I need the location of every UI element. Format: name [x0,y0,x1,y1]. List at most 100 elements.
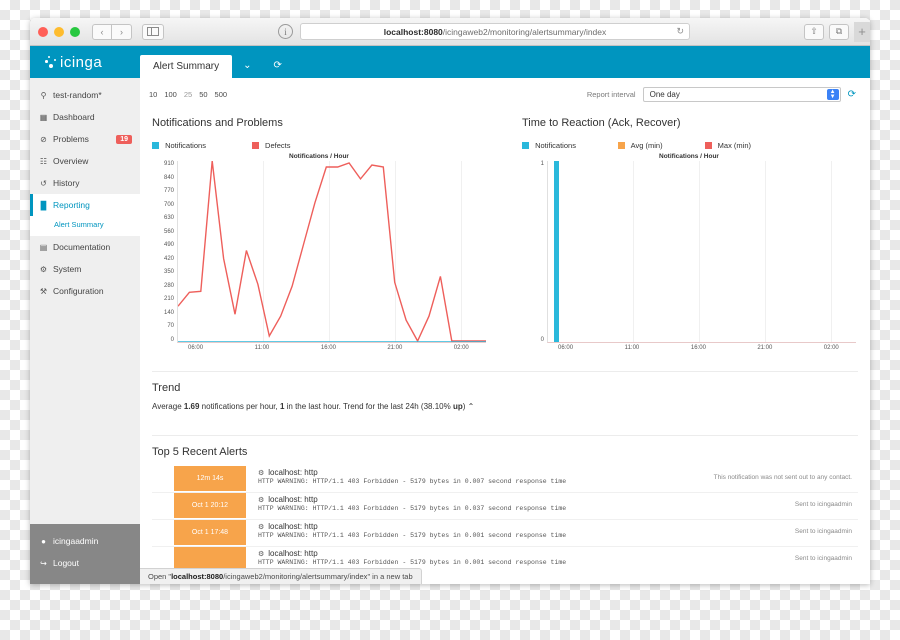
sidebar-item-label: History [53,178,80,188]
sidebar-item-history[interactable]: ↺ History [30,172,140,194]
close-window-button[interactable] [38,26,48,37]
legend-item-max: Max (min) [704,141,751,150]
sidebar-item-problems[interactable]: ⊘ Problems 19 [30,128,140,150]
axis-tick-label: 21:00 [387,345,403,351]
icinga-logo[interactable]: icinga [30,54,140,78]
sitemap-icon: ☷ [39,156,48,166]
main-content: 10 100 25 50 500 Report interval One day… [140,78,870,584]
chart-x-axis-labels: 06:00 11:00 16:00 21:00 02:00 [547,345,856,357]
trend-text-4: ) [462,402,466,411]
report-interval-control: Report interval One day ▲ ▼ ⟳ [587,87,856,102]
axis-tick-label: 840 [163,174,174,181]
page-size-25[interactable]: 25 [184,90,192,99]
share-icon[interactable]: ⇧ [804,23,824,40]
report-interval-value: One day [649,90,680,99]
page-size-10[interactable]: 10 [149,90,157,99]
alert-host[interactable]: ⚙ localhost: http [258,549,698,558]
trend-up-arrow-icon: ⌃ [467,402,475,411]
report-interval-select[interactable]: One day ▲ ▼ [642,87,841,102]
sidebar-subitem-alert-summary[interactable]: Alert Summary [30,216,140,236]
legend-swatch [617,142,625,149]
page-size-50[interactable]: 50 [199,90,207,99]
axis-tick-label: 630 [163,215,174,222]
browser-status-bar: Open " localhost:8080/icingaweb2/monitori… [140,568,422,584]
axis-tick-label: 0 [170,336,174,343]
chevron-down-icon[interactable]: ▲ ▼ [826,89,839,100]
trend-text-1: Average [152,402,184,411]
alert-row[interactable]: Oct 1 17:48 ⚙ localhost: http HTTP WARNING:… [152,519,858,546]
chart-canvas [177,161,486,343]
maximize-window-button[interactable] [70,26,80,37]
axis-tick-label: 06:00 [188,345,204,351]
gear-icon: ⚙ [258,496,265,504]
sidebar-item-documentation[interactable]: ▤ Documentation [30,236,140,258]
charts-container: Notifications and Problems Notifications… [140,99,870,357]
chevron-down-icon[interactable]: ⌄ [232,60,262,78]
info-icon[interactable]: i [278,24,293,39]
chart-time-to-reaction: Time to Reaction (Ack, Recover) Notifica… [522,117,856,357]
axis-tick-label: 06:00 [558,345,574,351]
legend-swatch [152,142,159,149]
sidebar-item-system[interactable]: ⚙ System [30,258,140,280]
sidebar-account-section: ● icingaadmin ↪ Logout [30,524,140,584]
alert-message: HTTP WARNING: HTTP/1.1 403 Forbidden - 5… [258,505,567,512]
alert-message: HTTP WARNING: HTTP/1.1 403 Forbidden - 5… [258,478,567,485]
axis-tick-label: 280 [163,282,174,289]
refresh-icon[interactable]: ⟳ [848,89,856,100]
sidebar-item-user[interactable]: ● icingaadmin [30,530,140,552]
legend-swatch [522,142,529,149]
legend-item-defects: Defects [251,141,290,150]
axis-tick-label: 420 [163,255,174,262]
url-path: /icingaweb2/monitoring/alertsummary/inde… [442,26,607,37]
chart-legend: Notifications Avg (min) Max (min) [522,141,856,150]
sidebar-toggle-icon[interactable] [142,23,164,40]
chart-title: Notifications and Problems [152,117,283,129]
axis-tick-label: 70 [167,323,174,330]
sidebar-item-reporting[interactable]: █ Reporting [30,194,140,216]
minimize-window-button[interactable] [54,26,64,37]
tab-alert-summary[interactable]: Alert Summary [140,55,233,78]
trend-section: Trend Average 1.69 notifications per hou… [152,371,858,421]
trend-direction: up [452,402,463,411]
url-input[interactable]: localhost:8080/icingaweb2/monitoring/ale… [300,23,690,40]
refresh-icon[interactable]: ⟳ [263,60,293,78]
sidebar-item-logout[interactable]: ↪ Logout [30,552,140,574]
sidebar-item-search[interactable]: ⚲ test-random* [30,84,140,106]
alert-row[interactable]: Oct 1 20:12 ⚙ localhost: http HTTP WARNING:… [152,492,858,519]
new-tab-icon[interactable]: + [854,21,870,42]
alert-time-badge[interactable]: Oct 1 17:48 [174,520,246,545]
sidebar-item-label: Problems [53,134,89,144]
grid-line [632,161,634,342]
sidebar-item-label: test-random* [53,90,102,100]
alert-time-badge[interactable]: Oct 1 20:12 [174,493,246,518]
axis-tick-label: 0 [540,337,544,343]
window-controls[interactable] [38,26,80,37]
forward-icon[interactable]: › [112,23,132,40]
alert-sent-status: Sent to icingaadmin [794,555,852,562]
back-icon[interactable]: ‹ [92,23,112,40]
alert-host[interactable]: ⚙ localhost: http [258,522,698,531]
alert-host[interactable]: ⚙ localhost: http [258,468,698,477]
browser-chrome: ‹ › i localhost:8080/icingaweb2/monitori… [30,18,870,46]
trend-heading: Trend [152,382,181,394]
trend-text-3: in the last hour. Trend for the last 24h… [284,402,453,411]
alert-message: HTTP WARNING: HTTP/1.1 403 Forbidden - 5… [258,559,567,566]
alert-details: ⚙ localhost: http HTTP WARNING: HTTP/1.1 4… [246,466,698,492]
sidebar-item-overview[interactable]: ☷ Overview [30,150,140,172]
status-path: /icingaweb2/monitoring/alertsummary/inde… [223,572,368,581]
alerts-list: 12m 14s ⚙ localhost: http HTTP WARNING: HTT… [152,466,858,573]
alert-host[interactable]: ⚙ localhost: http [258,495,698,504]
report-interval-label: Report interval [586,90,636,99]
sidebar-item-dashboard[interactable]: ▦ Dashboard [30,106,140,128]
sidebar-item-configuration[interactable]: ⚒ Configuration [30,280,140,302]
sidebar-item-label: Configuration [53,286,104,296]
alert-time-badge[interactable]: 12m 14s [174,466,246,491]
page-size-500[interactable]: 500 [215,90,228,99]
alert-host-label: localhost: http [268,549,318,558]
page-size-100[interactable]: 100 [164,90,177,99]
grid-icon: ▦ [39,112,48,122]
tabs-overview-icon[interactable]: ⧉ [829,23,849,40]
reload-icon[interactable]: ↻ [676,26,684,37]
alert-row[interactable]: 12m 14s ⚙ localhost: http HTTP WARNING: HTT… [152,466,858,492]
grid-line [831,161,833,342]
